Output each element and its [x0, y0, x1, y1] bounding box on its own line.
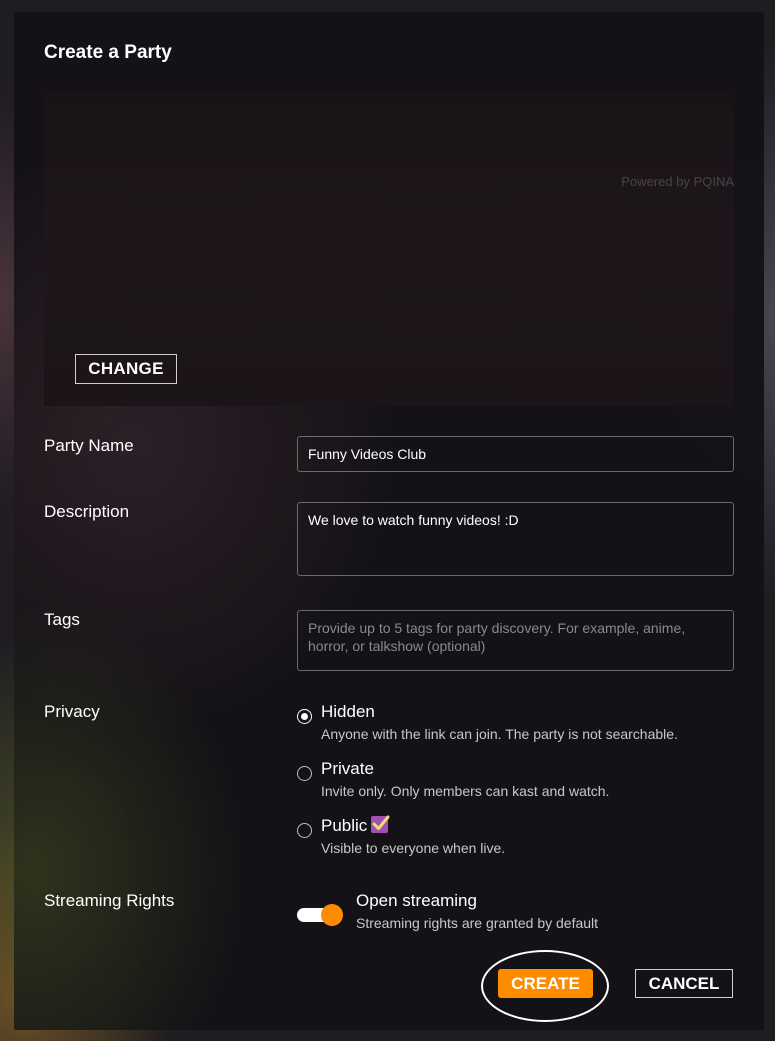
cover-image-area: Powered by PQINA CHANGE	[44, 92, 734, 406]
description-textarea[interactable]: We love to watch funny videos! :D	[297, 502, 734, 576]
privacy-option-description: Visible to everyone when live.	[321, 840, 506, 856]
party-name-input[interactable]: Funny Videos Club	[297, 436, 734, 472]
privacy-option-public[interactable]: Public Visible to everyone when live.	[297, 815, 737, 860]
streaming-rights-label: Streaming Rights	[44, 891, 175, 910]
dialog-title: Create a Party	[44, 42, 172, 63]
privacy-option-title: Hidden	[321, 702, 375, 721]
party-name-label: Party Name	[44, 436, 134, 455]
tags-input[interactable]: Provide up to 5 tags for party discovery…	[297, 610, 734, 671]
radio-private[interactable]	[297, 766, 312, 781]
open-streaming-toggle[interactable]	[297, 903, 343, 926]
streaming-option-description: Streaming rights are granted by default	[356, 915, 599, 931]
privacy-option-private[interactable]: Private Invite only. Only members can ka…	[297, 759, 737, 803]
radio-public[interactable]	[297, 823, 312, 838]
streaming-option-title: Open streaming	[356, 891, 477, 910]
create-button[interactable]: CREATE	[498, 969, 593, 998]
checkbox-check-icon	[371, 815, 390, 833]
privacy-option-title: Public	[321, 815, 390, 836]
cancel-button[interactable]: CANCEL	[635, 969, 733, 998]
description-label: Description	[44, 502, 130, 521]
tags-label: Tags	[44, 610, 80, 629]
change-cover-button[interactable]: CHANGE	[75, 354, 177, 384]
privacy-option-description: Invite only. Only members can kast and w…	[321, 783, 610, 799]
radio-hidden[interactable]	[297, 709, 312, 724]
privacy-label: Privacy	[44, 702, 100, 721]
privacy-option-description: Anyone with the link can join. The party…	[321, 726, 678, 742]
powered-by-label: Powered by PQINA	[621, 174, 734, 189]
toggle-knob	[321, 904, 343, 926]
privacy-option-hidden[interactable]: Hidden Anyone with the link can join. Th…	[297, 702, 737, 746]
create-party-dialog: Create a Party Powered by PQINA CHANGE P…	[14, 12, 764, 1030]
privacy-option-title: Private	[321, 759, 374, 778]
